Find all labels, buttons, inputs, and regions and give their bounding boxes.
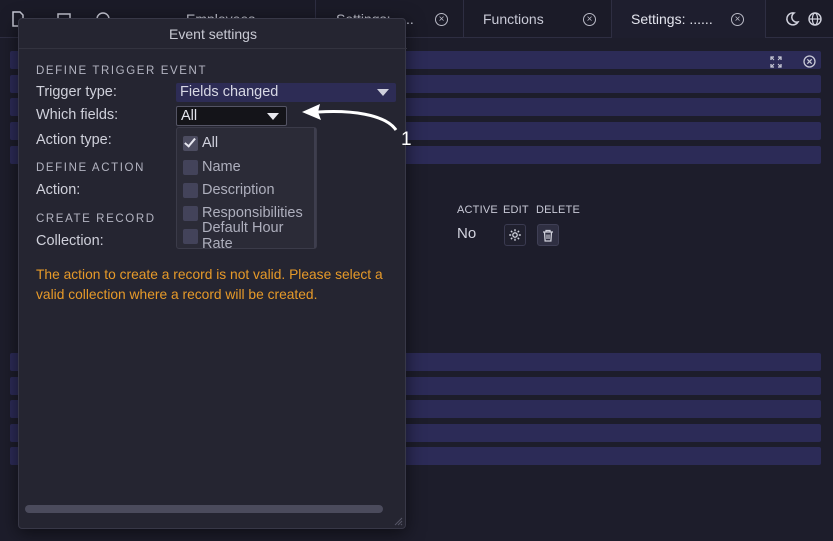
chevron-down-icon xyxy=(267,113,279,120)
which-fields-select[interactable]: All xyxy=(176,106,287,126)
which-fields-value: All xyxy=(181,108,198,124)
horizontal-scrollbar[interactable] xyxy=(25,505,383,513)
option-all[interactable]: All xyxy=(183,134,218,152)
dropdown-scrollbar[interactable] xyxy=(314,128,316,248)
section-action-heading: DEFINE ACTION xyxy=(36,162,145,174)
checkbox[interactable] xyxy=(183,205,198,221)
annotation-arrow-icon xyxy=(302,104,398,131)
section-trigger-heading: DEFINE TRIGGER EVENT xyxy=(36,65,208,77)
active-value: No xyxy=(457,225,477,242)
edit-column-header: EDIT xyxy=(503,204,529,216)
delete-column-header: DELETE xyxy=(536,204,580,216)
title-divider xyxy=(19,48,407,49)
edit-button[interactable] xyxy=(504,224,526,246)
expand-icon[interactable] xyxy=(770,56,782,68)
option-label: Default Hour Rate xyxy=(202,220,284,252)
dialog-title: Event settings xyxy=(169,26,257,42)
action-label: Action: xyxy=(36,182,81,198)
collection-label: Collection: xyxy=(36,233,104,249)
tab-functions[interactable]: Functions × xyxy=(464,0,612,38)
trash-icon xyxy=(543,229,553,242)
which-fields-label: Which fields: xyxy=(36,107,119,123)
option-label: Responsibilities xyxy=(202,205,303,221)
checkbox[interactable] xyxy=(183,159,198,175)
checkbox[interactable] xyxy=(183,228,198,244)
checkbox[interactable] xyxy=(183,182,198,198)
option-description[interactable]: Description xyxy=(183,181,275,199)
tab-label: Functions xyxy=(483,11,544,27)
resize-grip-icon[interactable] xyxy=(393,516,403,526)
active-column-header: ACTIVE xyxy=(457,204,498,216)
option-label: All xyxy=(202,135,219,151)
close-tab-icon[interactable]: × xyxy=(435,13,448,26)
trigger-type-label: Trigger type: xyxy=(36,84,117,100)
fields-dropdown-list: All Name Description Responsibilities De… xyxy=(176,127,317,252)
close-tab-icon[interactable]: × xyxy=(583,13,596,26)
option-label: Description xyxy=(202,182,275,198)
tab-label: Settings: ...... xyxy=(631,11,713,27)
gear-icon xyxy=(509,229,521,241)
globe-icon[interactable] xyxy=(807,11,823,27)
delete-button[interactable] xyxy=(537,224,559,246)
event-settings-dialog: Event settings DEFINE TRIGGER EVENT Trig… xyxy=(18,18,407,529)
section-record-heading: CREATE RECORD xyxy=(36,213,156,225)
annotation-number: 1 xyxy=(401,129,412,150)
close-tab-icon[interactable]: × xyxy=(731,13,744,26)
option-label: Name xyxy=(202,159,241,175)
option-default-hour-rate[interactable]: Default Hour Rate xyxy=(183,220,316,252)
chevron-down-icon xyxy=(377,89,389,96)
close-panel-icon[interactable] xyxy=(803,55,816,68)
error-message: The action to create a record is not val… xyxy=(36,267,383,302)
option-name[interactable]: Name xyxy=(183,158,241,176)
moon-icon[interactable] xyxy=(784,11,800,27)
checkbox-checked[interactable] xyxy=(183,135,198,151)
action-type-label: Action type: xyxy=(36,132,112,148)
trigger-type-value: Fields changed xyxy=(180,84,279,100)
tab-settings-2[interactable]: Settings: ...... × xyxy=(612,0,766,38)
